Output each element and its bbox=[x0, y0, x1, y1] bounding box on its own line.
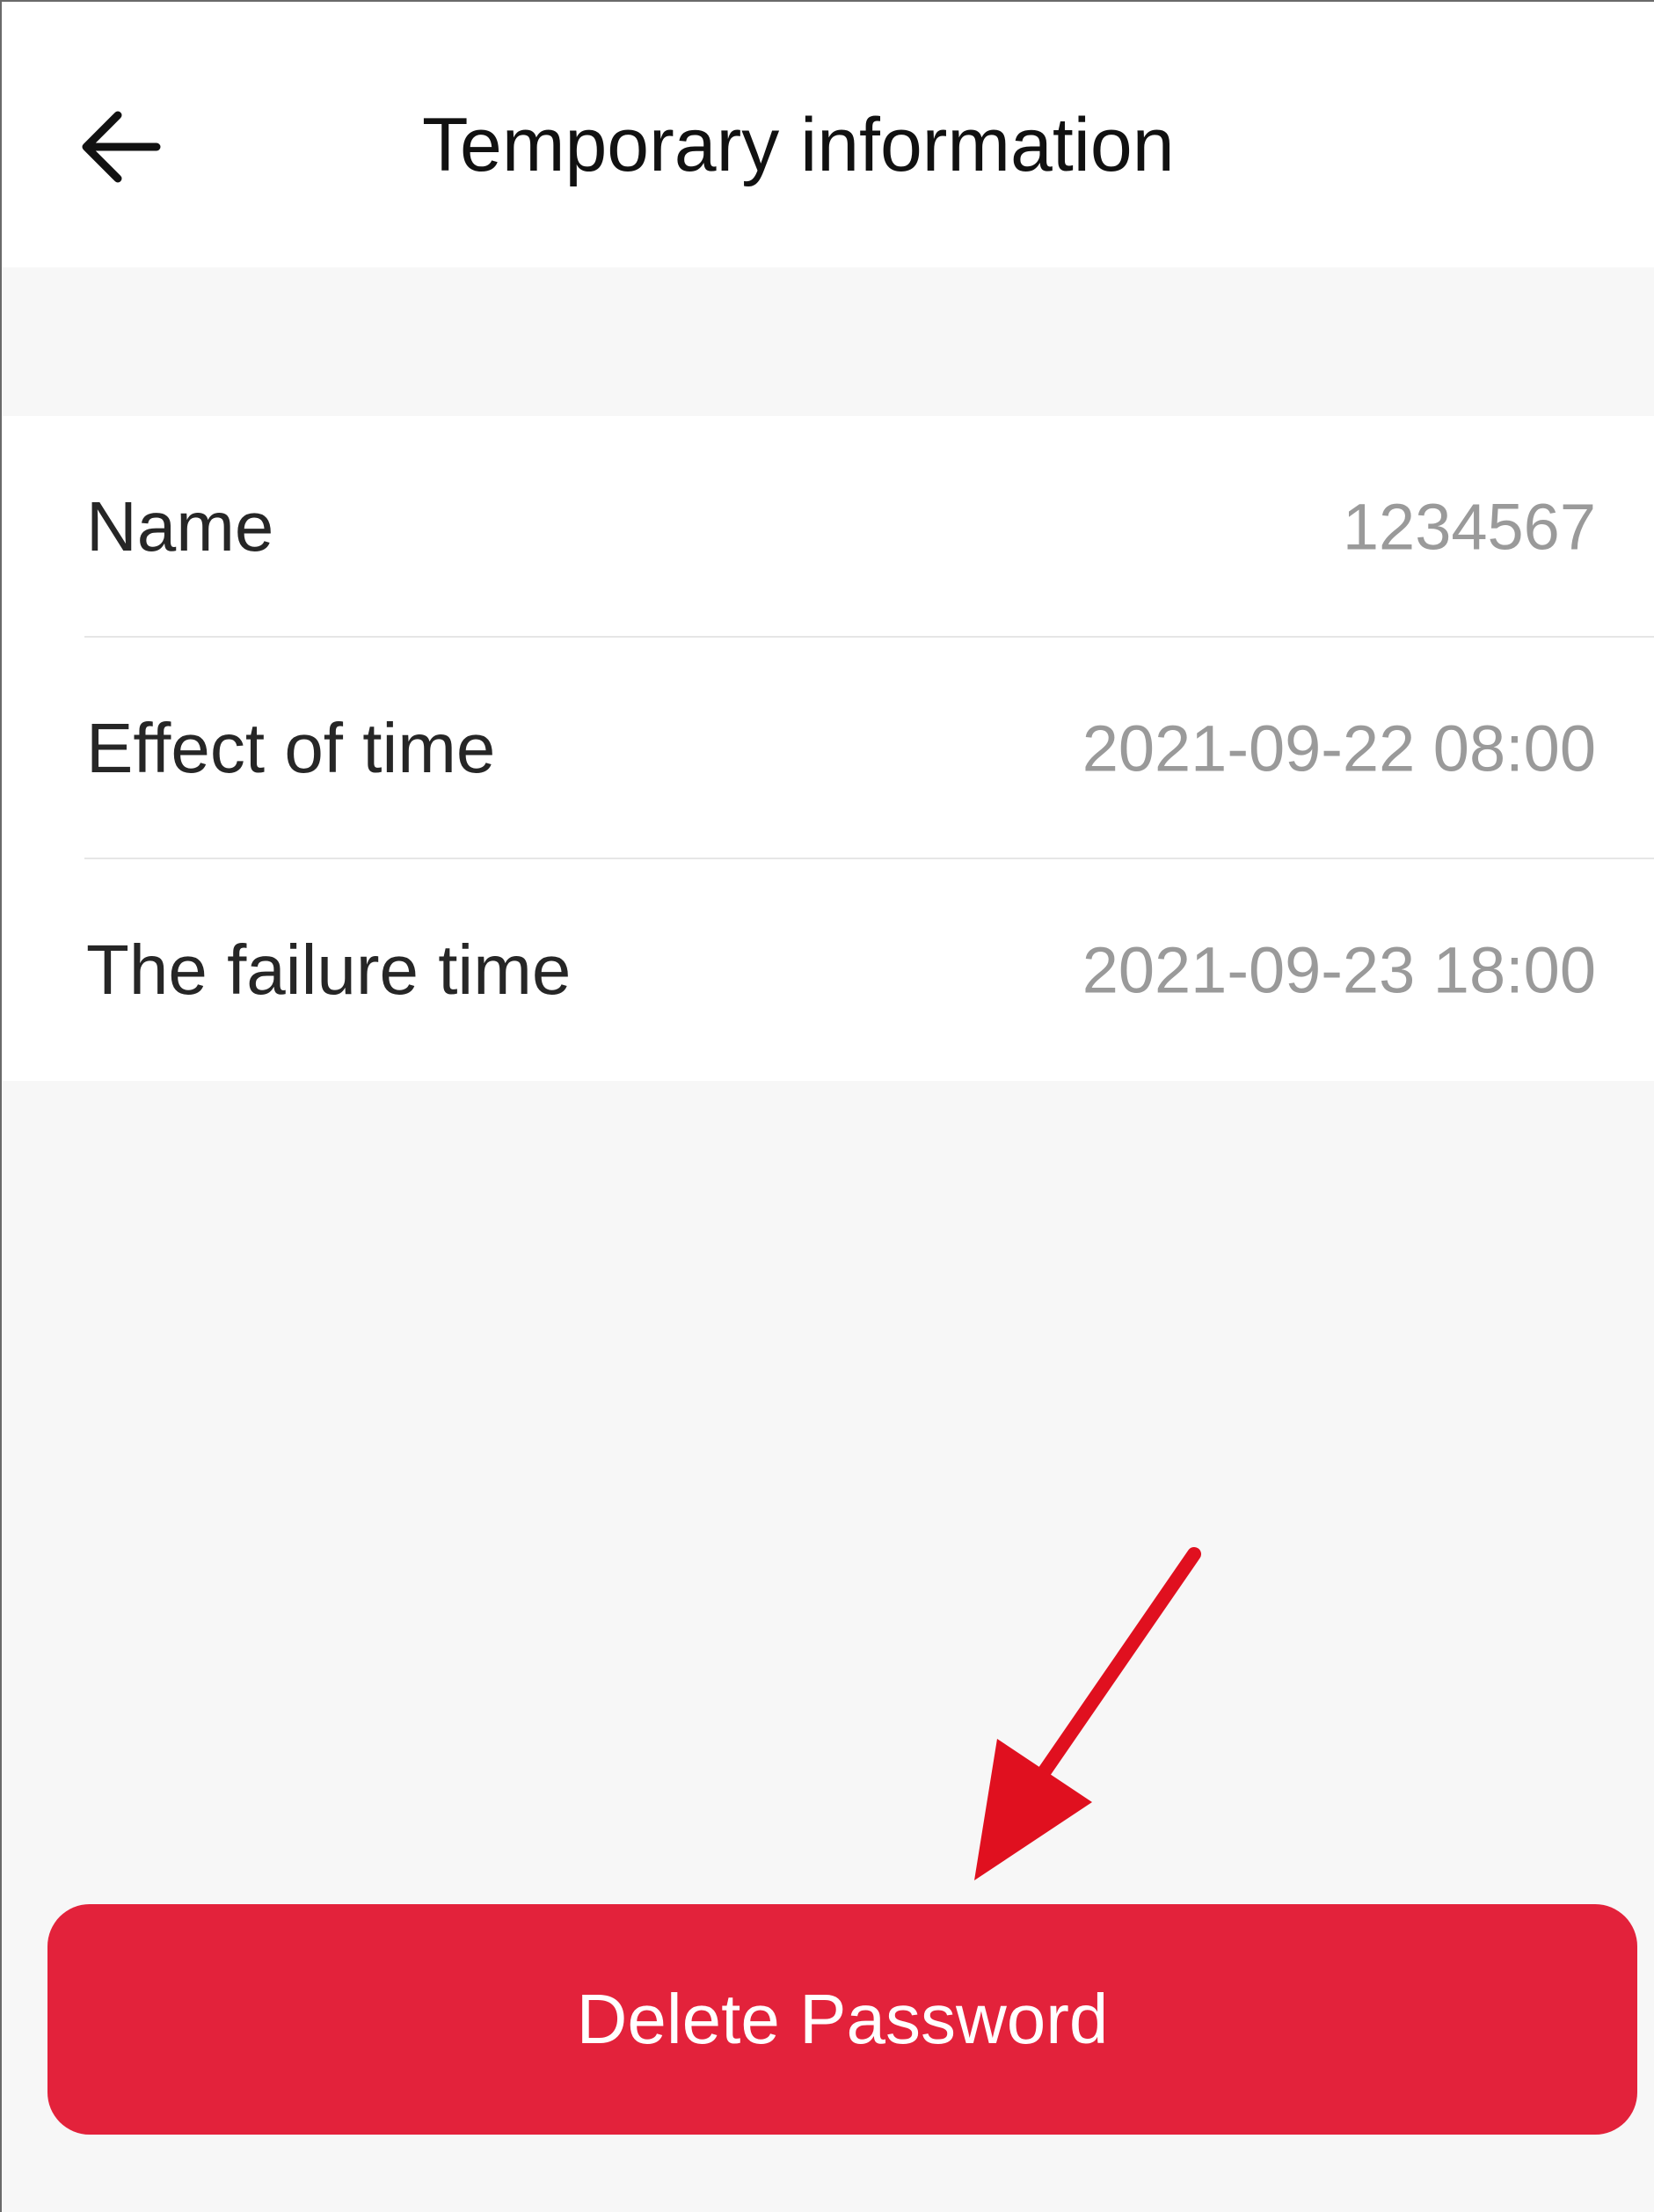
top-bar: Temporary information bbox=[2, 2, 1654, 267]
effect-time-row: Effect of time 2021-09-22 08:00 bbox=[2, 638, 1654, 859]
failure-time-row: The failure time 2021-09-23 18:00 bbox=[2, 859, 1654, 1081]
delete-password-label: Delete Password bbox=[576, 1980, 1109, 2058]
name-row: Name 1234567 bbox=[2, 416, 1654, 638]
red-pointer-arrow bbox=[974, 1547, 1201, 1880]
delete-password-button[interactable]: Delete Password bbox=[47, 1904, 1637, 2135]
name-value: 1234567 bbox=[1342, 490, 1596, 564]
app-screen: Temporary information Name 1234567 Effec… bbox=[0, 0, 1654, 2212]
effect-time-label: Effect of time bbox=[86, 709, 496, 787]
temporary-info-list: Name 1234567 Effect of time 2021-09-22 0… bbox=[2, 416, 1654, 1081]
failure-time-value: 2021-09-23 18:00 bbox=[1082, 933, 1596, 1007]
arrow-left-icon bbox=[82, 111, 161, 183]
effect-time-value: 2021-09-22 08:00 bbox=[1082, 712, 1596, 785]
name-label: Name bbox=[86, 487, 274, 566]
failure-time-label: The failure time bbox=[86, 931, 572, 1009]
page-title: Temporary information bbox=[422, 103, 1175, 187]
back-button[interactable] bbox=[63, 90, 178, 204]
